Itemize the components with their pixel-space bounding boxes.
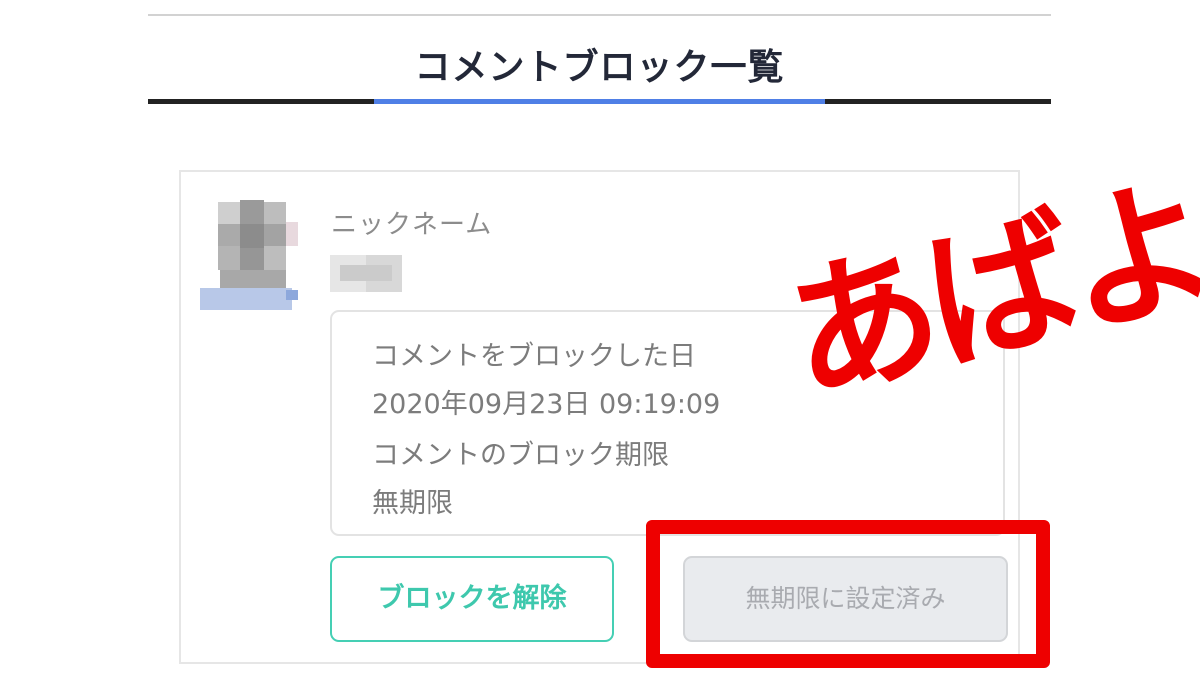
tab-bar	[148, 99, 1051, 104]
avatar	[200, 196, 300, 311]
nickname-label: ニックネーム	[331, 210, 493, 240]
active-tab-indicator	[374, 99, 825, 104]
top-divider	[148, 14, 1051, 16]
blocked-date-value: 2020年09月23日 09:19:09	[372, 389, 721, 420]
block-period-label: コメントのブロック期限	[372, 440, 669, 471]
page-title: コメントブロック一覧	[414, 47, 785, 88]
highlight-frame	[646, 520, 1050, 668]
annotation-text: あばよ!!	[770, 126, 1200, 428]
unblock-button[interactable]: ブロックを解除	[330, 556, 614, 642]
user-name-redacted	[330, 255, 402, 292]
blocked-date-label: コメントをブロックした日	[372, 341, 696, 372]
block-period-value: 無期限	[372, 488, 453, 519]
